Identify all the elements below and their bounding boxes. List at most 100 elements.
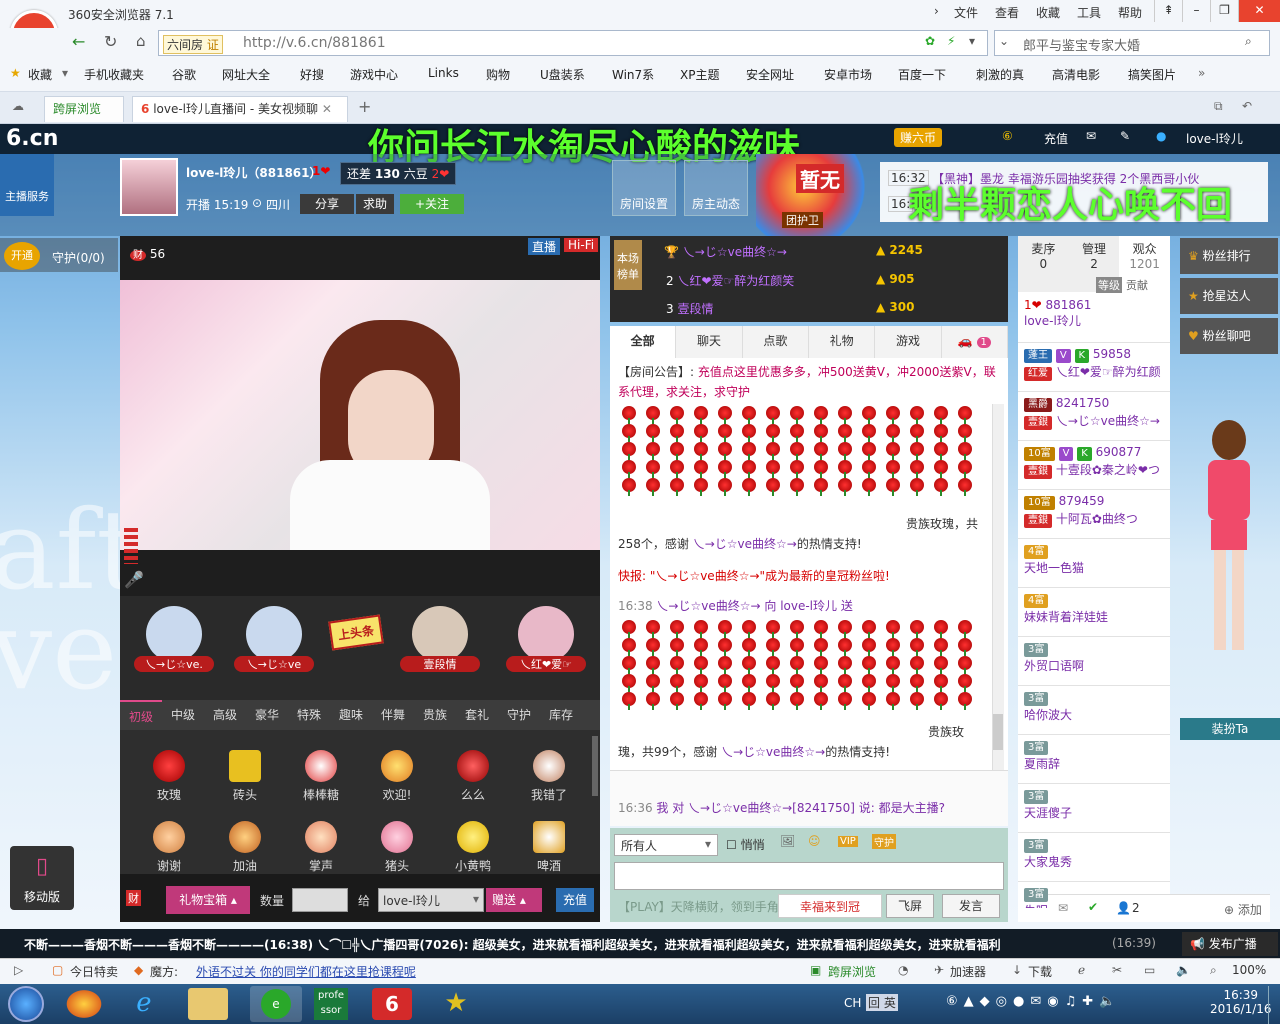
fav-item-13[interactable]: 刺激的真	[976, 66, 1024, 83]
gift-lollipop[interactable]: 棒棒糖	[286, 750, 356, 803]
fav-item-5[interactable]: Links	[428, 66, 459, 80]
show-desktop-button[interactable]	[1268, 986, 1280, 1024]
zoom-icon[interactable]: ⌕	[1210, 963, 1217, 978]
msg-2-from[interactable]: 乀→じ☆ve曲终☆→	[656, 599, 760, 613]
live-badge[interactable]: 直播	[528, 238, 561, 255]
tab-live-room[interactable]: 6 love-l玲儿直播间 - 美女视频聊 ✕	[132, 96, 348, 122]
window-icon[interactable]: ▭	[1144, 963, 1155, 977]
emoji-icon[interactable]: ☺	[808, 834, 821, 848]
broadcast-text[interactable]: 不断———香烟不断———香烟不断————(16:38) 乀⌒☐╬乀广播四哥(70…	[24, 936, 1088, 953]
list-item[interactable]: 10富 879459 壹銀 十阿瓦✿曲终つ	[1018, 490, 1170, 539]
pin-icon[interactable]: ⇞	[1154, 0, 1182, 22]
ime-icon[interactable]: 回 英	[866, 994, 898, 1011]
fav-item-3[interactable]: 好搜	[300, 66, 324, 83]
sort-contribution[interactable]: 贡献	[1126, 277, 1148, 293]
ie-mode-icon[interactable]: ℯ	[1078, 963, 1085, 977]
gift-rose[interactable]: 玫瑰	[134, 750, 204, 803]
security-icon[interactable]: ✿	[925, 34, 935, 48]
fav-item-2[interactable]: 网址大全	[222, 66, 270, 83]
search-engine-chevron-icon[interactable]: ⌄	[999, 34, 1009, 48]
gift-brick[interactable]: 砖头	[210, 750, 280, 803]
whisper-checkbox[interactable]: ☐ 悄悄	[726, 836, 765, 853]
chat-scroll-thumb[interactable]	[993, 714, 1003, 750]
gift-tab-0[interactable]: 初级	[120, 700, 162, 730]
fav-item-8[interactable]: Win7系	[612, 66, 654, 83]
dropdown-icon[interactable]: ▾	[969, 34, 975, 48]
star-grab-button[interactable]: ★ 抢星达人	[1180, 278, 1278, 314]
today-deals[interactable]: 今日特卖	[70, 963, 118, 980]
gift-applause[interactable]: 掌声	[286, 821, 356, 874]
hifi-badge[interactable]: Hi-Fi	[564, 238, 599, 252]
fav-item-15[interactable]: 搞笑图片	[1128, 66, 1176, 83]
room-settings-button[interactable]: 房间设置	[612, 160, 676, 216]
chat-input[interactable]	[614, 862, 1004, 890]
maximize-icon[interactable]: ❐	[1210, 0, 1238, 22]
recharge-link[interactable]: 充值	[1044, 130, 1068, 147]
coin-icon[interactable]: ⑥	[1002, 129, 1013, 143]
menu-help[interactable]: 帮助	[1118, 4, 1142, 21]
host-avatar[interactable]	[120, 158, 178, 216]
gift-thanks[interactable]: 谢谢	[134, 821, 204, 874]
tab-list-icon[interactable]: ⧉	[1214, 99, 1223, 114]
undo-close-icon[interactable]: ↶	[1242, 99, 1252, 113]
back-icon[interactable]: ←	[72, 32, 85, 51]
host-feed-button[interactable]: 房主动态	[684, 160, 748, 216]
favorites-dropdown-icon[interactable]: ▾	[62, 66, 68, 80]
rank-row-3[interactable]: 3 壹段情 ▲ 300	[666, 300, 996, 317]
msg-3-text[interactable]: 我 对 乀→じ☆ve曲终☆→[8241750] 说: 都是大主播?	[656, 801, 945, 815]
url-text[interactable]: http://v.6.cn/881861	[243, 35, 386, 51]
add-friend-button[interactable]: ⊕ 添加	[1224, 901, 1262, 918]
gift-cheer[interactable]: 加油	[210, 821, 280, 874]
fav-item-6[interactable]: 购物	[486, 66, 510, 83]
recipient-select[interactable]: love-l玲儿 ▾	[378, 888, 484, 912]
menu-view[interactable]: 查看	[995, 4, 1019, 21]
fan-rank-button[interactable]: ♛ 粉丝排行	[1180, 238, 1278, 274]
guard-icon[interactable]: 守护	[872, 834, 896, 849]
zoom-level[interactable]: 100%	[1232, 963, 1266, 977]
list-item[interactable]: 10富 V K 690877 壹銀 十壹段✿秦之岭❤つ	[1018, 441, 1170, 490]
ie-icon[interactable]: ℯ	[124, 988, 164, 1020]
seat-2[interactable]: 乀→じ☆ve	[234, 606, 314, 686]
list-item[interactable]: 3富 哈你波大	[1018, 686, 1170, 735]
rank-row-2[interactable]: 2 乀红❤爱☞醉为红颜笑 ▲ 905	[666, 272, 996, 289]
favorites-button[interactable]: 收藏	[28, 66, 52, 83]
refresh-icon[interactable]: ↻	[104, 32, 117, 51]
chat-tab-games[interactable]: 游戏	[875, 326, 942, 358]
professor-app[interactable]: profe ssor	[314, 988, 348, 1020]
share-status-icon[interactable]: ◔	[898, 963, 908, 977]
cloud-icon[interactable]: ☁	[12, 99, 24, 113]
list-item[interactable]: 蓬王 V K 59858 红爱 乀红❤爱☞醉为红颜	[1018, 343, 1170, 392]
image-icon[interactable]: 🖼	[780, 834, 795, 848]
chat-tab-songs[interactable]: 点歌	[742, 326, 809, 358]
fav-item-12[interactable]: 百度一下	[898, 66, 946, 83]
chat-scrollbar[interactable]	[992, 404, 1004, 770]
list-item[interactable]: 3富 夏雨辞	[1018, 735, 1170, 784]
fan-chat-button[interactable]: ♥ 粉丝聊吧	[1180, 318, 1278, 354]
cross-screen-status[interactable]: 跨屏浏览	[828, 963, 876, 980]
browser-taskbar-button[interactable]: e	[250, 986, 302, 1022]
home-icon[interactable]: ⌂	[136, 32, 146, 50]
user-menu[interactable]: love-l玲儿	[1186, 130, 1243, 147]
gift-tab-8[interactable]: 套礼	[456, 700, 498, 730]
search-box[interactable]: ⌄ 郎平与鉴宝专家大婚 ⌕	[994, 30, 1270, 56]
gift-duck[interactable]: 小黄鸭	[438, 821, 508, 874]
gift-beer[interactable]: 啤酒	[514, 821, 584, 874]
fav-item-10[interactable]: 安全网址	[746, 66, 794, 83]
follow-button[interactable]: +关注	[400, 194, 464, 214]
new-tab-icon[interactable]: +	[358, 97, 371, 116]
fav-item-7[interactable]: U盘装系	[540, 66, 585, 83]
gift-msg-1-nick[interactable]: 乀→じ☆ve曲终☆→	[693, 537, 797, 551]
tab-mic-queue[interactable]: 麦序 0	[1018, 236, 1069, 292]
gift-kiss[interactable]: 么么	[438, 750, 508, 803]
avatar-figure[interactable]	[1196, 420, 1262, 690]
guard-team-label[interactable]: 团护卫	[782, 212, 823, 228]
gift-tab-9[interactable]: 守护	[498, 700, 540, 730]
tray-icons[interactable]: ⑥▲◆◎●✉◉♫✚🔈	[946, 994, 1121, 1009]
menu-file[interactable]: 文件	[954, 4, 978, 21]
media-app[interactable]: ★	[436, 988, 476, 1020]
gift-msg-2-nick[interactable]: 乀→じ☆ve曲终☆→	[721, 745, 825, 759]
panel-toggle-icon[interactable]: ▷	[14, 963, 23, 977]
fav-item-4[interactable]: 游戏中心	[350, 66, 398, 83]
fly-screen-button[interactable]: 飞屏	[886, 894, 934, 918]
play-promo[interactable]: 【PLAY】天降横财，领到手角	[618, 898, 779, 915]
